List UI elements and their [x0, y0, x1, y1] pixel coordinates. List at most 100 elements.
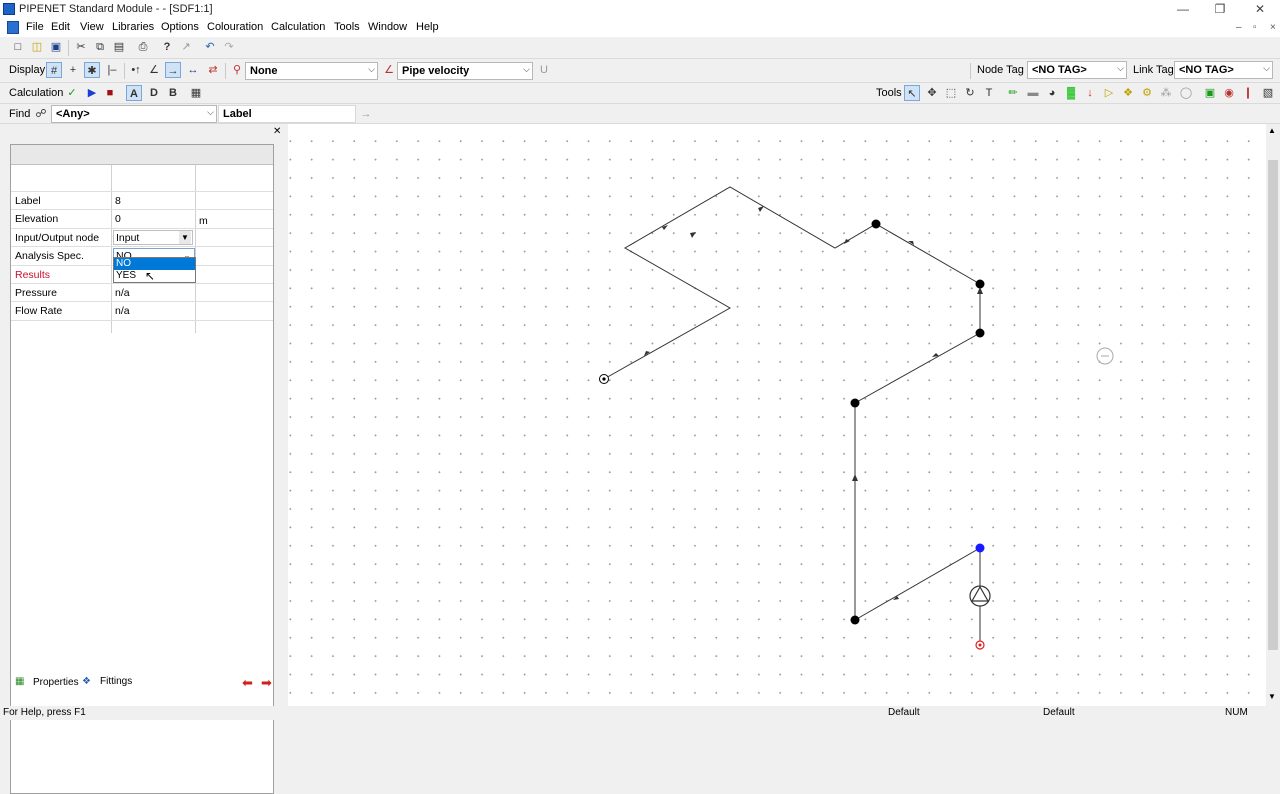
node[interactable] [975, 279, 985, 289]
pipe-tool-icon[interactable]: ✏ [1005, 85, 1021, 101]
duct-tool-icon[interactable]: ▬ [1025, 85, 1041, 101]
check-valve-tool-icon[interactable]: ▷ [1101, 85, 1117, 101]
check-icon[interactable]: ✓ [64, 85, 80, 101]
node-arrow-icon[interactable]: •↑ [128, 62, 144, 78]
mode-b-button[interactable]: B [165, 85, 181, 101]
context-help-icon[interactable]: ↗ [178, 39, 194, 55]
menu-view[interactable]: View [80, 21, 104, 33]
component-tool-icon[interactable]: ⚙ [1139, 85, 1155, 101]
mdi-restore-button[interactable]: ▫ [1253, 22, 1257, 33]
menu-file[interactable]: File [26, 21, 44, 33]
tab-properties[interactable]: Properties [33, 677, 79, 688]
tank-tool-icon[interactable]: ◯ [1178, 85, 1194, 101]
pipe-path-upper[interactable] [603, 186, 981, 404]
mdi-close-button[interactable]: × [1270, 22, 1276, 33]
node-tag-combo[interactable]: <NO TAG> ⌵ [1027, 61, 1127, 79]
network-canvas[interactable] [288, 124, 1266, 706]
run-icon[interactable]: ▶ [84, 85, 100, 101]
spray-tool-icon[interactable]: ⁂ [1158, 85, 1174, 101]
menu-options[interactable]: Options [161, 21, 199, 33]
open-folder-icon[interactable]: ◫ [29, 39, 45, 55]
link-colour-combo[interactable]: Pipe velocity ⌵ [397, 62, 533, 80]
prop-row-label[interactable]: Label 8 [11, 192, 273, 211]
menu-window[interactable]: Window [368, 21, 407, 33]
print-icon[interactable]: ⎙ [135, 39, 151, 55]
pump-icon[interactable] [969, 585, 991, 607]
zoom-box-icon[interactable]: ⬚ [943, 85, 959, 101]
paste-icon[interactable]: ▤ [111, 39, 127, 55]
filter-tool-icon[interactable]: ▣ [1202, 85, 1218, 101]
units-icon[interactable]: U [536, 62, 552, 78]
tools-label: Tools [876, 87, 902, 99]
io-node-select[interactable]: Input ▼ [113, 229, 193, 245]
binoculars-icon[interactable]: ☍ [33, 106, 49, 122]
node-tag-label: Node Tag [977, 64, 1024, 76]
next-arrow-icon[interactable]: ➡ [261, 675, 272, 691]
grid-icon[interactable]: # [46, 62, 62, 78]
title-bar: PIPENET Standard Module - - [SDF1:1] — ❐… [0, 0, 1280, 19]
menu-help[interactable]: Help [416, 21, 439, 33]
minimize-button[interactable]: — [1163, 1, 1203, 18]
nozzle-tool-icon[interactable]: ▓ [1063, 85, 1079, 101]
tab-fittings[interactable]: Fittings [100, 676, 132, 687]
find-field-input[interactable]: Label [218, 105, 356, 123]
pan-icon[interactable]: ✥ [924, 85, 940, 101]
link-arrow-icon[interactable]: ∠ [146, 62, 162, 78]
pipe-lower[interactable] [854, 547, 981, 645]
report-icon[interactable]: ▦ [188, 85, 204, 101]
rotate-icon[interactable]: ↻ [962, 85, 978, 101]
scrollbar-thumb[interactable] [1268, 160, 1278, 650]
prop-row-io-node[interactable]: Input/Output node Input ▼ [11, 229, 273, 248]
mdi-minimize-button[interactable]: – [1236, 22, 1242, 33]
node[interactable] [850, 615, 860, 625]
menu-calculation[interactable]: Calculation [271, 21, 325, 33]
vertical-scrollbar[interactable]: ▲ ▼ [1266, 124, 1280, 706]
library-tool-icon[interactable]: ▧ [1260, 85, 1276, 101]
sprinkler-tool-icon[interactable]: ❙ [1240, 85, 1256, 101]
network-diagram[interactable] [288, 124, 1266, 706]
prop-row-elevation[interactable]: Elevation 0 m [11, 210, 273, 229]
document-icon[interactable] [7, 21, 19, 34]
node[interactable] [871, 219, 881, 229]
link-tag-combo[interactable]: <NO TAG> ⌵ [1174, 61, 1273, 79]
hydrant-tool-icon[interactable]: ◉ [1221, 85, 1237, 101]
find-go-arrow-icon[interactable]: → [358, 106, 374, 122]
fitting-tool-icon[interactable]: ❖ [1120, 85, 1136, 101]
node[interactable] [850, 398, 860, 408]
previous-arrow-icon[interactable]: ⬅ [242, 675, 253, 691]
snap-icon[interactable]: ✱ [84, 62, 100, 78]
input-node[interactable] [975, 640, 985, 650]
close-button[interactable]: ✕ [1240, 1, 1280, 18]
scroll-down-icon[interactable]: ▼ [1268, 692, 1276, 701]
help-icon[interactable]: ? [159, 39, 175, 55]
mode-d-button[interactable]: D [146, 85, 162, 101]
crosshair-icon[interactable]: + [65, 62, 81, 78]
restore-button[interactable]: ❐ [1200, 1, 1240, 18]
new-file-icon[interactable]: □ [10, 39, 26, 55]
node[interactable] [975, 328, 985, 338]
menu-tools[interactable]: Tools [334, 21, 360, 33]
copy-icon[interactable]: ⧉ [92, 39, 108, 55]
menu-colouration[interactable]: Colouration [207, 21, 263, 33]
node-colour-combo[interactable]: None ⌵ [245, 62, 378, 80]
stop-icon[interactable]: ■ [102, 85, 118, 101]
menu-edit[interactable]: Edit [51, 21, 70, 33]
valve-tool-icon[interactable]: ↓ [1082, 85, 1098, 101]
scroll-up-icon[interactable]: ▲ [1268, 126, 1276, 135]
menu-libraries[interactable]: Libraries [112, 21, 154, 33]
text-tool-icon[interactable]: T [981, 85, 997, 101]
cut-icon[interactable]: ✂ [73, 39, 89, 55]
find-filter-combo[interactable]: <Any> ⌵ [51, 105, 217, 123]
reverse-icon[interactable]: ⇄ [205, 62, 221, 78]
save-icon[interactable]: ▣ [48, 39, 64, 55]
redo-icon[interactable]: ↷ [221, 39, 237, 55]
select-pointer-icon[interactable]: ↖ [904, 85, 920, 101]
pump-tool-icon[interactable]: ◕ [1044, 85, 1060, 101]
panel-close-icon[interactable]: ✕ [273, 126, 281, 137]
undo-icon[interactable]: ↶ [202, 39, 218, 55]
selected-node[interactable] [975, 543, 985, 553]
flow-arrow-icon[interactable]: ↔ [185, 62, 201, 78]
flow-direction-icon[interactable]: → [165, 62, 181, 78]
align-icon[interactable]: |– [104, 62, 120, 78]
mode-a-button[interactable]: A [126, 85, 142, 101]
